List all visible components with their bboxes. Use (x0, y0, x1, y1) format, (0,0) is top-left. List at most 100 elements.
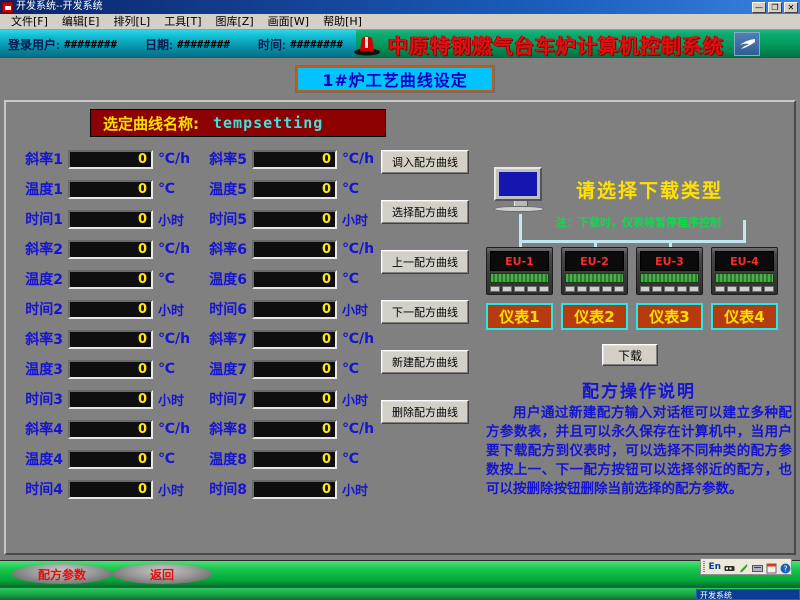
param-input[interactable]: 0 (252, 180, 337, 199)
param-label: 斜率3 (12, 329, 68, 349)
param-input[interactable]: 0 (252, 240, 337, 259)
page-title-plate: 1#炉工艺曲线设定 (296, 66, 494, 92)
param-label: 斜率7 (196, 329, 252, 349)
param-input[interactable]: 0 (252, 330, 337, 349)
param-input[interactable]: 0 (252, 270, 337, 289)
main-panel: 选定曲线名称: tempsetting 斜率10℃/h 温度10℃ 时间10小时… (4, 100, 796, 555)
param-value: 0 (322, 242, 331, 257)
param-row: 斜率20℃/h (12, 234, 190, 264)
param-label: 时间5 (196, 209, 252, 229)
minimize-button[interactable]: — (752, 2, 766, 13)
instrument-2-label: 仪表2 (574, 306, 614, 327)
delete-recipe-curve-button[interactable]: 删除配方曲线 (381, 400, 469, 424)
param-row: 斜率60℃/h (196, 234, 374, 264)
param-unit: ℃ (153, 271, 175, 287)
ime-language-bar[interactable]: En ? (700, 558, 792, 575)
param-input[interactable]: 0 (252, 450, 337, 469)
param-unit: 小时 (153, 390, 184, 409)
param-input[interactable]: 0 (68, 360, 153, 379)
taskbar-window-button[interactable]: 开发系统 (696, 589, 800, 600)
device-eu2[interactable]: EU-2 (561, 247, 628, 295)
param-input[interactable]: 0 (252, 390, 337, 409)
load-recipe-curve-button[interactable]: 调入配方曲线 (381, 150, 469, 174)
param-input[interactable]: 0 (68, 210, 153, 229)
device-eu3[interactable]: EU-3 (636, 247, 703, 295)
param-row: 时间10小时 (12, 204, 190, 234)
instrument-1-button[interactable]: 仪表1 (486, 303, 553, 330)
navigate-back-icon[interactable] (734, 32, 760, 56)
select-recipe-curve-button[interactable]: 选择配方曲线 (381, 200, 469, 224)
date-field: 日期: ######## (145, 36, 230, 53)
device-row: EU-1 仪表1 EU-2 仪表2 EU-3 (484, 247, 794, 337)
help-icon[interactable]: ? (780, 561, 791, 572)
param-value: 0 (322, 302, 331, 317)
param-value: 0 (138, 182, 147, 197)
alarm-lamp-icon (352, 32, 382, 56)
restore-button[interactable]: ❐ (768, 2, 782, 13)
param-input[interactable]: 0 (252, 480, 337, 499)
param-input[interactable]: 0 (68, 330, 153, 349)
menu-item-edit[interactable]: 编辑[E] (55, 14, 107, 29)
minimize-icon: — (755, 3, 763, 12)
instrument-4-button[interactable]: 仪表4 (711, 303, 778, 330)
help-section-title: 配方操作说明 (484, 377, 794, 402)
param-input[interactable]: 0 (68, 420, 153, 439)
param-value: 0 (138, 302, 147, 317)
login-user-label: 登录用户: (8, 36, 60, 53)
param-input[interactable]: 0 (68, 390, 153, 409)
instrument-3-button[interactable]: 仪表3 (636, 303, 703, 330)
param-input[interactable]: 0 (68, 270, 153, 289)
menu-item-screen[interactable]: 画面[W] (261, 14, 316, 29)
device-screen-label: EU-3 (655, 255, 684, 268)
menu-item-arrange[interactable]: 排列[L] (106, 14, 157, 29)
menu-item-file[interactable]: 文件[F] (4, 14, 55, 29)
param-input[interactable]: 0 (68, 180, 153, 199)
menu-item-gallery[interactable]: 图库[Z] (209, 14, 261, 29)
param-row: 温度10℃ (12, 174, 190, 204)
next-recipe-curve-button[interactable]: 下一配方曲线 (381, 300, 469, 324)
device-eu4[interactable]: EU-4 (711, 247, 778, 295)
device-buttons (565, 286, 624, 292)
param-unit: 小时 (153, 480, 184, 499)
param-label: 温度3 (12, 359, 68, 379)
device-indicator-strip (640, 273, 699, 283)
return-button[interactable]: 返回 (112, 564, 212, 584)
param-input[interactable]: 0 (252, 210, 337, 229)
param-input[interactable]: 0 (252, 360, 337, 379)
panel-icon[interactable] (766, 561, 777, 572)
pen-icon[interactable] (738, 561, 749, 572)
keyboard-icon[interactable] (724, 561, 735, 572)
param-input[interactable]: 0 (68, 300, 153, 319)
param-label: 温度4 (12, 449, 68, 469)
device-eu1[interactable]: EU-1 (486, 247, 553, 295)
param-row: 时间70小时 (196, 384, 374, 414)
menu-item-tools[interactable]: 工具[T] (157, 14, 208, 29)
menu-item-help[interactable]: 帮助[H] (316, 14, 369, 29)
bus-line-horizontal (519, 240, 746, 243)
new-recipe-curve-button[interactable]: 新建配方曲线 (381, 350, 469, 374)
app-header: 登录用户: ######## 日期: ######## 时间: ########… (0, 30, 800, 58)
param-input[interactable]: 0 (68, 150, 153, 169)
param-input[interactable]: 0 (252, 150, 337, 169)
param-input[interactable]: 0 (68, 480, 153, 499)
drag-handle-icon[interactable] (703, 561, 705, 572)
param-unit: ℃ (337, 361, 359, 377)
param-label: 时间2 (12, 299, 68, 319)
param-row: 时间60小时 (196, 294, 374, 324)
toolbox-icon[interactable] (752, 561, 763, 572)
close-button[interactable]: ✕ (784, 2, 798, 13)
param-label: 温度8 (196, 449, 252, 469)
instrument-2-button[interactable]: 仪表2 (561, 303, 628, 330)
param-row: 斜率70℃/h (196, 324, 374, 354)
recipe-parameters-button[interactable]: 配方参数 (12, 564, 112, 584)
param-input[interactable]: 0 (252, 420, 337, 439)
language-indicator[interactable]: En (708, 562, 721, 572)
param-row: 温度40℃ (12, 444, 190, 474)
date-value: ######## (177, 38, 230, 51)
previous-recipe-curve-button[interactable]: 上一配方曲线 (381, 250, 469, 274)
download-button[interactable]: 下载 (602, 344, 658, 366)
param-input[interactable]: 0 (68, 450, 153, 469)
param-unit: 小时 (337, 300, 368, 319)
param-input[interactable]: 0 (252, 300, 337, 319)
param-input[interactable]: 0 (68, 240, 153, 259)
